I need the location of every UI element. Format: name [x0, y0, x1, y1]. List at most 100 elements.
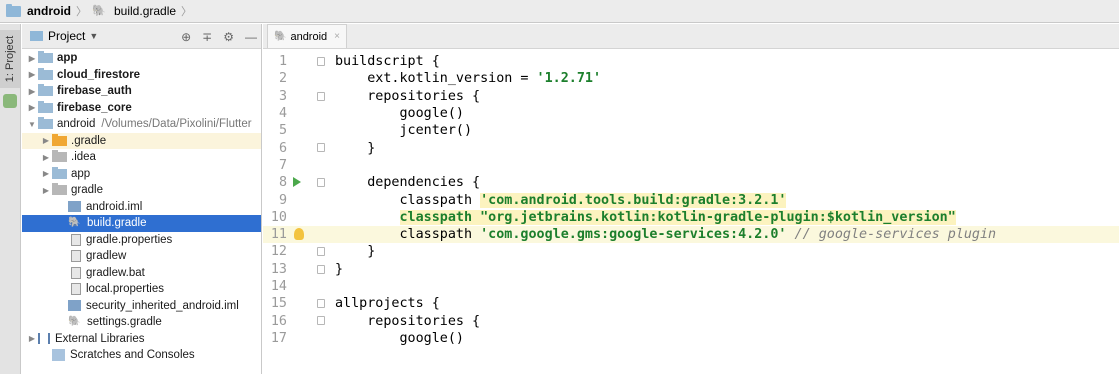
tree-item[interactable]: Scratches and Consoles [22, 347, 261, 364]
tree-item[interactable]: ▶ cloud_firestore [22, 67, 261, 84]
breadcrumb-item-android[interactable]: android [6, 3, 71, 18]
fold-marker-icon[interactable] [317, 247, 325, 257]
fold-gutter [311, 243, 335, 260]
gutter [287, 226, 311, 243]
fold-marker-icon[interactable] [317, 178, 325, 188]
folder-gray-icon [52, 183, 67, 196]
hide-icon[interactable]: — [245, 30, 257, 44]
tree-item[interactable]: 🐘 settings.gradle [22, 314, 261, 331]
tree-item[interactable]: security_inherited_android.iml [22, 298, 261, 315]
chevron-right-icon[interactable]: ▶ [26, 103, 38, 112]
breadcrumb-item-build-gradle[interactable]: 🐘 build.gradle [92, 4, 176, 18]
code-line[interactable]: 7 [263, 157, 1119, 174]
tree-item[interactable]: ▶ .idea [22, 149, 261, 166]
code-line[interactable]: 1 buildscript { [263, 53, 1119, 70]
chevron-right-icon[interactable]: ▶ [26, 70, 38, 79]
tree-item[interactable]: android.iml [22, 199, 261, 216]
fold-marker-icon[interactable] [317, 143, 325, 153]
fold-marker-icon[interactable] [317, 264, 325, 274]
gradle-icon: 🐘 [68, 217, 81, 229]
file-icon [71, 266, 81, 279]
fold-marker-icon[interactable] [317, 91, 325, 101]
chevron-down-icon[interactable]: ▼ [26, 120, 38, 129]
gutter [287, 105, 311, 122]
code-text: ext.kotlin_version = '1.2.71' [335, 71, 601, 86]
tree-item[interactable]: gradle.properties [22, 232, 261, 249]
tree-item[interactable]: ▶ firebase_core [22, 100, 261, 117]
chevron-right-icon[interactable]: ▶ [40, 169, 52, 178]
code-text: classpath "org.jetbrains.kotlin:kotlin-g… [335, 209, 956, 225]
code-line[interactable]: 15 allprojects { [263, 295, 1119, 312]
file-icon [71, 250, 81, 263]
line-number: 4 [278, 106, 287, 122]
tree-item[interactable]: 🐘 build.gradle [22, 215, 261, 232]
code-token: } [335, 244, 376, 260]
scratches-icon [52, 349, 65, 362]
code-line[interactable]: 4 google() [263, 105, 1119, 122]
tree-item-label: gradlew [86, 250, 127, 263]
code-line[interactable]: 14 [263, 278, 1119, 295]
chevron-right-icon[interactable]: ▶ [40, 186, 52, 195]
tree-item[interactable]: ▶ .gradle [22, 132, 261, 149]
fold-marker-icon[interactable] [317, 299, 325, 309]
code-line[interactable]: 13} [263, 261, 1119, 278]
code-line[interactable]: 12 } [263, 243, 1119, 260]
properties-file-icon [71, 283, 81, 296]
gradle-icon: 🐘 [274, 31, 287, 42]
gear-icon[interactable]: ⚙ [223, 30, 234, 44]
code-line[interactable]: 3 repositories { [263, 88, 1119, 105]
tree-item[interactable]: local.properties [22, 281, 261, 298]
close-icon[interactable]: × [334, 31, 340, 42]
tree-item[interactable]: ▼ android/Volumes/Data/Pixolini/Flutter [22, 116, 261, 133]
code-area[interactable]: 1 buildscript {2 ext.kotlin_version = '1.… [263, 53, 1119, 347]
tree-item[interactable]: ▶ app [22, 50, 261, 67]
chevron-down-icon[interactable]: ▼ [89, 31, 98, 41]
code-token: google() [335, 106, 464, 122]
line-number: 9 [278, 192, 287, 208]
line-number: 17 [270, 330, 287, 346]
tree-item-label: .gradle [71, 134, 107, 147]
lightbulb-icon[interactable] [294, 227, 304, 240]
module-folder-icon [52, 166, 67, 179]
tree-item-label: android [57, 118, 96, 131]
tree-item[interactable]: ▶ app [22, 166, 261, 183]
locate-icon[interactable]: ⊕ [181, 30, 191, 44]
code-line[interactable]: 10 classpath "org.jetbrains.kotlin:kotli… [263, 209, 1119, 226]
tab-android[interactable]: 🐘 android × [267, 24, 347, 48]
code-line[interactable]: 2 ext.kotlin_version = '1.2.71' [263, 70, 1119, 87]
tree-item-label: local.properties [86, 283, 164, 296]
chevron-right-icon[interactable]: ▶ [26, 334, 38, 343]
chevron-right-icon[interactable]: ▶ [40, 136, 52, 145]
module-folder-icon [38, 51, 53, 64]
gutter [287, 312, 311, 329]
resource-manager-icon[interactable] [3, 94, 17, 108]
code-line[interactable]: 16 repositories { [263, 312, 1119, 329]
line-number: 1 [278, 54, 287, 70]
collapse-all-icon[interactable]: ∓ [202, 30, 212, 44]
chevron-right-icon[interactable]: ▶ [26, 87, 38, 96]
fold-marker-icon[interactable] [317, 57, 325, 66]
project-view-selector[interactable]: Project [48, 29, 85, 43]
tree-item[interactable]: gradlew [22, 248, 261, 265]
project-pane-header: Project ▼ ⊕ ∓ ⚙ — [22, 24, 261, 49]
fold-marker-icon[interactable] [317, 316, 325, 326]
chevron-right-icon[interactable]: ▶ [26, 54, 38, 63]
code-line[interactable]: 9 classpath 'com.android.tools.build:gra… [263, 191, 1119, 208]
code-line[interactable]: 6 } [263, 139, 1119, 156]
gutter [287, 139, 311, 156]
code-line[interactable]: 17 google() [263, 330, 1119, 347]
tree-item[interactable]: gradlew.bat [22, 265, 261, 282]
line-number: 16 [270, 313, 287, 329]
tree-item[interactable]: ▶ firebase_auth [22, 83, 261, 100]
code-line[interactable]: 11 classpath 'com.google.gms:google-serv… [263, 225, 1119, 244]
code-line[interactable]: 8 dependencies { [263, 174, 1119, 191]
chevron-right-icon[interactable]: ▶ [40, 153, 52, 162]
tree-item[interactable]: ▶ External Libraries [22, 331, 261, 348]
code-line[interactable]: 5 jcenter() [263, 122, 1119, 139]
project-tool-tab[interactable]: 1: Project [0, 30, 20, 88]
gutter [287, 157, 311, 174]
code-token: '1.2.71' [536, 71, 602, 87]
run-icon[interactable] [293, 177, 301, 188]
tree-item[interactable]: ▶ gradle [22, 182, 261, 199]
fold-gutter [311, 330, 335, 347]
